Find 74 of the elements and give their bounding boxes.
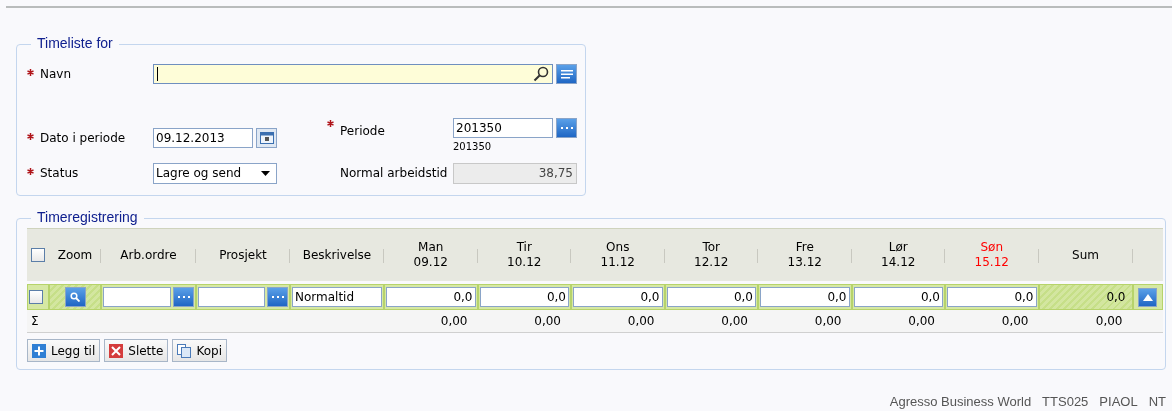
column-header: Tor 12.12 [694, 240, 729, 270]
field-label: Dato i periode [40, 131, 126, 145]
ellipsis-button[interactable] [267, 287, 288, 307]
column-total: 0,00 [627, 314, 655, 328]
hours-field[interactable]: 0,0 [947, 287, 1037, 307]
search-field[interactable] [153, 64, 553, 84]
column-header: Fre 13.12 [787, 240, 822, 270]
period-note: 201350 [453, 141, 493, 152]
hours-field[interactable]: 0,0 [666, 287, 756, 307]
hours-field[interactable]: 0,0 [573, 287, 663, 307]
select-all-checkbox[interactable] [31, 248, 45, 262]
hours-field[interactable]: 0,0 [853, 287, 943, 307]
ellipsis-icon [176, 295, 191, 299]
project-field[interactable] [198, 287, 265, 307]
field-label: Normal arbeidstid [340, 166, 448, 180]
hours-field[interactable]: 0,0 [386, 287, 476, 307]
close-icon [109, 343, 124, 358]
column-header: Lør 14.12 [881, 240, 916, 270]
ellipsis-icon [270, 295, 285, 299]
status-text: PIAOL [1099, 394, 1138, 409]
section-title: Timeliste for [31, 35, 119, 51]
calendar-button[interactable] [256, 128, 277, 148]
date-field[interactable]: 09.12.2013 [153, 128, 253, 148]
column-header: Zoom [57, 247, 93, 263]
hours-field[interactable]: 0,0 [760, 287, 850, 307]
column-header: Ons 11.12 [600, 240, 635, 270]
column-header: Sum [1072, 247, 1099, 263]
column-total: 0,00 [721, 314, 748, 328]
work-order-field[interactable] [103, 287, 171, 307]
status-text: TTS025 [1042, 394, 1089, 409]
period-field[interactable]: 201350 [453, 118, 553, 138]
field-label: Navn [40, 67, 72, 81]
field-label: Periode [340, 124, 385, 138]
search-icon [70, 292, 80, 302]
row-checkbox[interactable] [29, 290, 43, 304]
description-field[interactable]: Normaltid [292, 287, 382, 307]
status-text: Agresso Business World [889, 394, 1032, 409]
delete-button[interactable]: Slette [104, 339, 169, 362]
search-icon [533, 66, 549, 82]
list-button[interactable] [556, 64, 577, 84]
copy-button[interactable]: Kopi [172, 339, 227, 362]
hours-field[interactable]: 0,0 [479, 287, 569, 307]
copy-icon [177, 343, 192, 358]
column-total: 0,00 [814, 314, 842, 328]
column-header: Prosjekt [219, 247, 267, 263]
list-icon [560, 69, 573, 79]
zoom-button[interactable] [64, 287, 86, 307]
column-total: 0,00 [908, 314, 935, 328]
calendar-icon [259, 132, 274, 144]
column-header: Man 09.12 [413, 240, 448, 270]
column-header: Søn 15.12 [974, 240, 1009, 270]
column-total: 0,00 [534, 314, 561, 328]
column-total: 0,00 [1095, 314, 1123, 328]
status-dropdown[interactable]: Lagre og send [153, 162, 277, 184]
add-button[interactable]: Legg til [27, 339, 101, 362]
column-total: 0,00 [440, 314, 468, 328]
field-label: Status [40, 166, 79, 180]
readonly-field: 38,75 [453, 162, 577, 184]
column-total: 0,00 [1001, 314, 1029, 328]
collapse-button[interactable] [1138, 287, 1157, 307]
ellipsis-button[interactable] [173, 287, 194, 307]
column-header: Tir 10.12 [507, 240, 542, 270]
triangle-up-icon [1142, 293, 1153, 301]
text-cursor [157, 67, 158, 81]
ellipsis-button[interactable] [556, 118, 577, 138]
plus-icon [32, 343, 46, 358]
sum-symbol: Σ [31, 314, 39, 328]
ellipsis-icon [559, 126, 574, 130]
column-header: Beskrivelse [302, 247, 372, 263]
row-sum: 0,0 [1106, 290, 1126, 304]
dropdown-arrow-icon [261, 170, 270, 176]
status-text: NT [1148, 394, 1166, 409]
section-title: Timeregistrering [31, 209, 144, 225]
column-header: Arb.ordre [120, 247, 177, 263]
